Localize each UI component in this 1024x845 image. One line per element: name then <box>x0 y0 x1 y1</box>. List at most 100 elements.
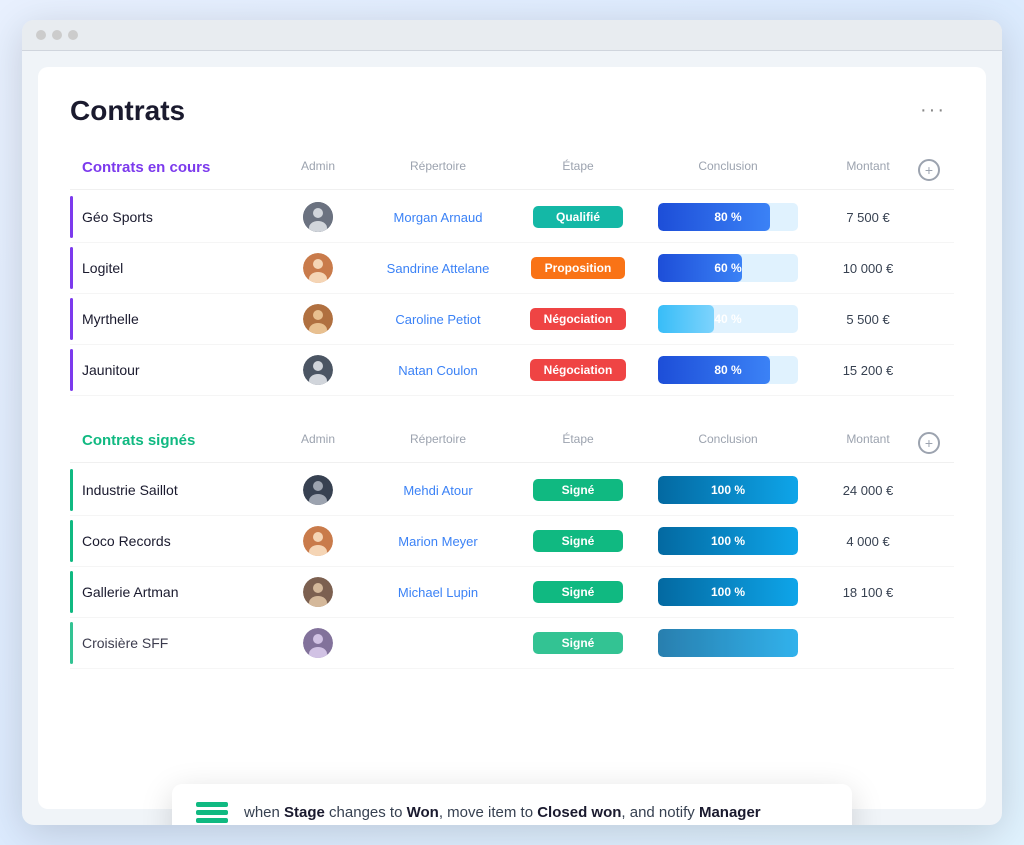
etape-badge: Signé <box>533 581 623 603</box>
row-etape: Proposition <box>518 257 638 279</box>
browser-dot-3 <box>68 30 78 40</box>
tooltip-text: when Stage changes to Won, move item to … <box>244 804 761 821</box>
avatar <box>303 475 333 505</box>
row-montant: 18 100 € <box>818 585 918 600</box>
tooltip-text-mid2: , move item to <box>439 804 537 821</box>
add-contract-signes[interactable]: + <box>918 432 940 454</box>
avatar <box>303 355 333 385</box>
conclusion-bar: 40 % <box>658 305 798 333</box>
col-repertoire-en-cours: Répertoire <box>358 159 518 181</box>
etape-badge: Proposition <box>531 257 626 279</box>
conclusion-bar: 60 % <box>658 254 798 282</box>
row-avatar <box>278 253 358 283</box>
row-name: Industrie Saillot <box>82 482 278 498</box>
page-header: Contrats ··· <box>70 95 954 127</box>
conclusion-bar: 100 % <box>658 476 798 504</box>
table-row: Croisière SFF Signé <box>70 618 954 669</box>
tooltip-bold-closed: Closed won <box>537 804 621 821</box>
tooltip-bold-stage: Stage <box>284 804 325 821</box>
row-name: Myrthelle <box>82 311 278 327</box>
col-repertoire-signes: Répertoire <box>358 432 518 454</box>
row-repertoire: Michael Lupin <box>358 585 518 600</box>
conclusion-fill <box>658 629 798 657</box>
row-conclusion: 80 % <box>638 203 818 231</box>
row-repertoire: Marion Meyer <box>358 534 518 549</box>
conclusion-bar: 80 % <box>658 356 798 384</box>
row-avatar <box>278 475 358 505</box>
more-options-button[interactable]: ··· <box>912 95 954 126</box>
row-name: Gallerie Artman <box>82 584 278 600</box>
col-montant-en-cours: Montant <box>818 159 918 181</box>
row-repertoire: Sandrine Attelane <box>358 261 518 276</box>
row-name: Logitel <box>82 260 278 276</box>
col-headers-signes: Contrats signés Admin Répertoire Étape C… <box>70 428 954 463</box>
tooltip-line-1 <box>196 802 228 807</box>
page-title: Contrats <box>70 95 185 127</box>
etape-badge: Signé <box>533 530 623 552</box>
row-avatar <box>278 628 358 658</box>
col-add-en-cours: + <box>918 159 954 181</box>
row-montant: 10 000 € <box>818 261 918 276</box>
tooltip-text-mid3: , and notify <box>621 804 699 821</box>
row-etape: Négociation <box>518 308 638 330</box>
avatar <box>303 577 333 607</box>
conclusion-text: 80 % <box>714 210 741 224</box>
browser-dot-1 <box>36 30 46 40</box>
tooltip-text-mid1: changes to <box>325 804 407 821</box>
conclusion-fill <box>658 305 714 333</box>
table-row: Logitel Sandrine Attelane Proposition <box>70 243 954 294</box>
etape-badge: Signé <box>533 479 623 501</box>
avatar <box>303 628 333 658</box>
table-row: Coco Records Marion Meyer Signé <box>70 516 954 567</box>
conclusion-bar: 100 % <box>658 578 798 606</box>
row-conclusion: 100 % <box>638 578 818 606</box>
col-etape-signes: Étape <box>518 432 638 454</box>
row-name: Géo Sports <box>82 209 278 225</box>
row-montant: 24 000 € <box>818 483 918 498</box>
row-etape: Négociation <box>518 359 638 381</box>
tooltip-bold-manager: Manager <box>699 804 761 821</box>
conclusion-bar: 80 % <box>658 203 798 231</box>
row-conclusion: 40 % <box>638 305 818 333</box>
row-name: Croisière SFF <box>82 635 278 651</box>
tooltip-text-before: when <box>244 804 284 821</box>
add-contract-en-cours[interactable]: + <box>918 159 940 181</box>
row-etape: Signé <box>518 581 638 603</box>
row-name: Jaunitour <box>82 362 278 378</box>
col-conclusion-signes: Conclusion <box>638 432 818 454</box>
row-avatar <box>278 526 358 556</box>
tooltip-icon <box>196 802 228 823</box>
col-add-signes: + <box>918 432 954 454</box>
row-etape: Qualifié <box>518 206 638 228</box>
etape-badge: Signé <box>533 632 623 654</box>
conclusion-text: 100 % <box>711 534 745 548</box>
row-avatar <box>278 577 358 607</box>
browser-window: Contrats ··· Contrats en cours Admin Rép… <box>22 20 1002 825</box>
avatar <box>303 202 333 232</box>
row-conclusion: 80 % <box>638 356 818 384</box>
row-conclusion: 100 % <box>638 527 818 555</box>
avatar <box>303 253 333 283</box>
row-name: Coco Records <box>82 533 278 549</box>
avatar <box>303 304 333 334</box>
col-admin-en-cours: Admin <box>278 159 358 181</box>
table-row: Industrie Saillot Mehdi Atour Signé <box>70 465 954 516</box>
etape-badge: Qualifié <box>533 206 623 228</box>
section-title-en-cours: Contrats en cours <box>82 159 278 181</box>
row-conclusion: 100 % <box>638 476 818 504</box>
table-row: Jaunitour Natan Coulon Négociation <box>70 345 954 396</box>
row-repertoire: Mehdi Atour <box>358 483 518 498</box>
conclusion-text: 60 % <box>714 261 741 275</box>
section-signes: Contrats signés Admin Répertoire Étape C… <box>70 428 954 669</box>
col-headers-en-cours: Contrats en cours Admin Répertoire Étape… <box>70 155 954 190</box>
avatar <box>303 526 333 556</box>
col-montant-signes: Montant <box>818 432 918 454</box>
etape-badge: Négociation <box>530 308 627 330</box>
row-montant: 7 500 € <box>818 210 918 225</box>
section-en-cours: Contrats en cours Admin Répertoire Étape… <box>70 155 954 396</box>
row-etape: Signé <box>518 530 638 552</box>
row-conclusion <box>638 629 818 657</box>
section-title-signes: Contrats signés <box>82 432 278 454</box>
tooltip-bold-won: Won <box>407 804 439 821</box>
conclusion-text: 100 % <box>711 483 745 497</box>
